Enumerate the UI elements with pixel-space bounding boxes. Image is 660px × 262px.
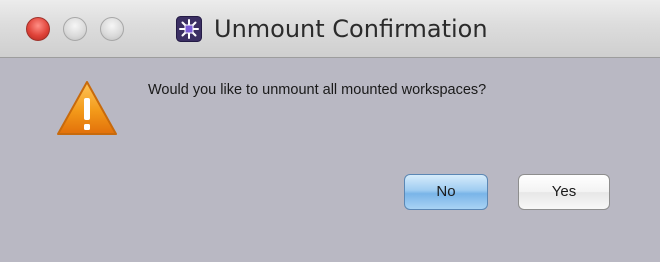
zoom-button[interactable]: [100, 17, 124, 41]
dialog-window: Unmount Confirmation Would you like to u…: [0, 0, 660, 262]
app-icon: [176, 16, 202, 42]
warning-icon: [55, 78, 119, 138]
dialog-content: Would you like to unmount all mounted wo…: [0, 58, 660, 262]
window-title: Unmount Confirmation: [214, 15, 488, 43]
no-button[interactable]: No: [404, 174, 488, 210]
dialog-message: Would you like to unmount all mounted wo…: [148, 82, 487, 98]
minimize-button[interactable]: [63, 17, 87, 41]
close-button[interactable]: [26, 17, 50, 41]
yes-button[interactable]: Yes: [518, 174, 610, 210]
title-bar[interactable]: Unmount Confirmation: [0, 0, 660, 58]
